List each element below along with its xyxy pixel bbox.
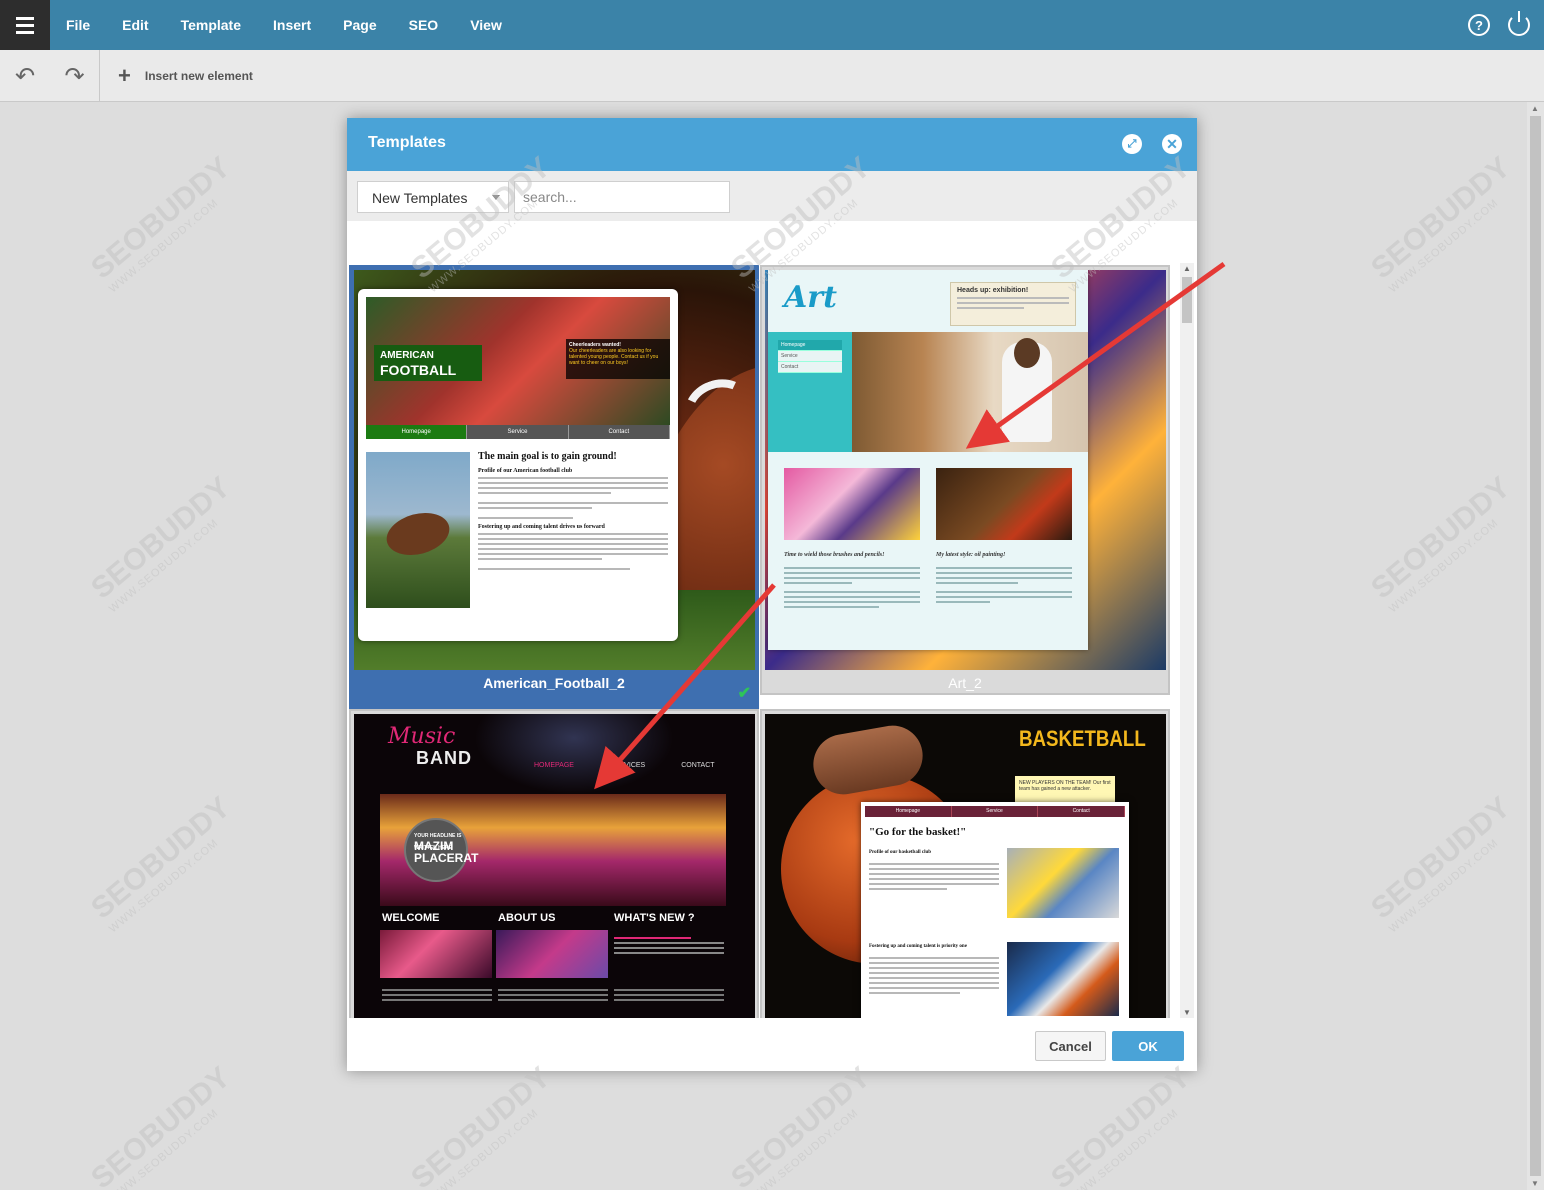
watermark: SEOBUDDY WWW.SEOBUDDY.COM [405, 1060, 557, 1190]
preview-note: Heads up: exhibition! [950, 282, 1076, 326]
template-name: Art_2 [948, 675, 982, 691]
template-search-input[interactable] [514, 181, 730, 213]
gallery-scrollbar[interactable]: ▲ ▼ [1180, 263, 1194, 1018]
watermark: SEOBUDDY WWW.SEOBUDDY.COM [85, 150, 237, 296]
preview-nav: Homepage Service Contact [865, 806, 1126, 817]
watermark: SEOBUDDY WWW.SEOBUDDY.COM [1365, 790, 1517, 936]
check-icon: ✔ [737, 685, 751, 702]
expand-icon[interactable]: ⤢ [1122, 134, 1142, 154]
preview-heading: "Go for the basket!" [869, 826, 967, 838]
menu-view[interactable]: View [454, 0, 518, 50]
preview-badge: YOUR HEADLINE IS WRITTEN HERE MAZIM PLAC… [404, 818, 478, 882]
main-menu: File Edit Template Insert Page SEO View [50, 0, 518, 50]
template-name: American_Football_2 [483, 675, 625, 691]
template-category-select[interactable]: New Templates [357, 181, 509, 213]
preview-logo: Art [784, 280, 837, 315]
menu-insert[interactable]: Insert [257, 0, 327, 50]
preview-nav: Homepage Service Contact [366, 425, 670, 439]
filter-bar: New Templates [347, 171, 1197, 221]
watermark: SEOBUDDY WWW.SEOBUDDY.COM [85, 470, 237, 616]
preview-subheading: Profile of our basketball club [869, 850, 932, 855]
editor-toolbar: ↶ ↷ + Insert new element [0, 50, 1544, 102]
undo-icon[interactable]: ↶ [0, 50, 50, 102]
preview-nav: HOMEPAGE SERVICES CONTACT [534, 762, 715, 769]
watermark: SEOBUDDY WWW.SEOBUDDY.COM [725, 1060, 877, 1190]
preview-band: BAND [416, 748, 472, 768]
page-scrollbar-thumb[interactable] [1530, 116, 1541, 1176]
scroll-up-arrow-icon[interactable]: ▲ [1531, 104, 1539, 113]
preview-heading: The main goal is to gain ground! [478, 451, 617, 462]
watermark: SEOBUDDY WWW.SEOBUDDY.COM [1365, 150, 1517, 296]
menu-page[interactable]: Page [327, 0, 392, 50]
templates-dialog: Templates ⤢ ✕ New Templates AMERICAN [347, 118, 1197, 1071]
ok-button[interactable]: OK [1112, 1031, 1184, 1061]
template-tile-art[interactable]: Art Heads up: exhibition! Homepage Servi… [760, 265, 1170, 695]
gallery-scrollbar-thumb[interactable] [1182, 277, 1192, 323]
template-preview-american-football: AMERICAN FOOTBALL Cheerleaders wanted! O… [354, 270, 755, 670]
template-preview-music-band: Music BAND HOMEPAGE SERVICES CONTACT YOU… [354, 714, 755, 1018]
watermark: SEOBUDDY WWW.SEOBUDDY.COM [1365, 470, 1517, 616]
redo-icon[interactable]: ↷ [50, 50, 100, 102]
cancel-button[interactable]: Cancel [1035, 1031, 1106, 1061]
menu-seo[interactable]: SEO [393, 0, 455, 50]
template-tile-american-football[interactable]: AMERICAN FOOTBALL Cheerleaders wanted! O… [349, 265, 759, 709]
menu-edit[interactable]: Edit [106, 0, 164, 50]
template-tile-music-band[interactable]: Music BAND HOMEPAGE SERVICES CONTACT YOU… [349, 709, 759, 1018]
page-scrollbar[interactable]: ▲ ▼ [1527, 102, 1544, 1190]
preview-logo: AMERICAN FOOTBALL [374, 345, 482, 381]
dialog-title: Templates [368, 134, 446, 151]
preview-caption-1: Time to wield those brushes and pencils! [784, 552, 885, 558]
caret-down-icon [492, 195, 500, 200]
template-category-value: New Templates [372, 190, 468, 206]
plus-icon: + [118, 63, 131, 88]
watermark: SEOBUDDY WWW.SEOBUDDY.COM [1045, 1060, 1197, 1190]
preview-subheading-2: Fostering up and coming talent drives us… [478, 524, 605, 530]
help-circle-icon[interactable]: ? [1468, 14, 1490, 36]
preview-subheading: Profile of our American football club [478, 468, 573, 474]
preview-logo: Music [388, 724, 456, 749]
close-icon[interactable]: ✕ [1162, 134, 1182, 154]
hamburger-menu-icon[interactable] [0, 0, 50, 50]
preview-col-head-1: WELCOME [382, 912, 440, 924]
template-tile-basketball[interactable]: BASKETBALL NEW PLAYERS ON THE TEAM! Our … [760, 709, 1170, 1018]
watermark: SEOBUDDY WWW.SEOBUDDY.COM [85, 790, 237, 936]
template-preview-basketball: BASKETBALL NEW PLAYERS ON THE TEAM! Our … [765, 714, 1166, 1018]
template-gallery: AMERICAN FOOTBALL Cheerleaders wanted! O… [347, 221, 1197, 1018]
scroll-up-arrow-icon[interactable]: ▲ [1183, 264, 1191, 273]
power-icon[interactable] [1508, 11, 1530, 36]
scroll-down-arrow-icon[interactable]: ▼ [1183, 1008, 1191, 1017]
template-preview-art: Art Heads up: exhibition! Homepage Servi… [765, 270, 1166, 670]
insert-new-element-label: Insert new element [144, 69, 253, 83]
insert-new-element-button[interactable]: + Insert new element [118, 50, 253, 102]
preview-subheading-2: Fostering up and coming talent is priori… [869, 944, 967, 949]
dialog-header: Templates ⤢ ✕ [347, 118, 1197, 171]
preview-caption-2: My latest style: oil painting! [936, 552, 1006, 558]
menu-bar: File Edit Template Insert Page SEO View … [0, 0, 1544, 50]
preview-col-head-2: ABOUT US [498, 912, 556, 924]
dialog-footer: Cancel OK [347, 1018, 1197, 1071]
menu-file[interactable]: File [50, 0, 106, 50]
preview-col-head-3: WHAT'S NEW ? [614, 912, 695, 924]
menu-template[interactable]: Template [165, 0, 257, 50]
preview-nav: Homepage Service Contact [778, 340, 842, 373]
scroll-down-arrow-icon[interactable]: ▼ [1531, 1179, 1539, 1188]
watermark: SEOBUDDY WWW.SEOBUDDY.COM [85, 1060, 237, 1190]
preview-title: BASKETBALL [1019, 726, 1146, 751]
preview-promo: Cheerleaders wanted! Our cheerleaders ar… [566, 339, 670, 379]
